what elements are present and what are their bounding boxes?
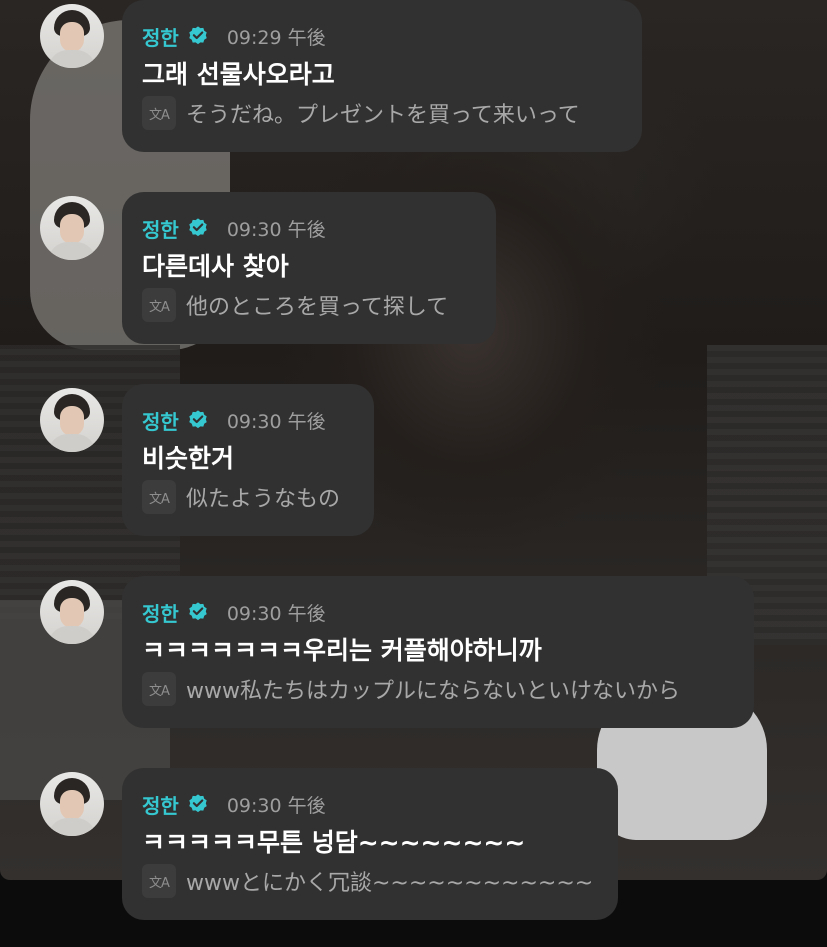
- translation-text: 似たようなもの: [186, 487, 341, 512]
- sender-name[interactable]: 정한: [142, 214, 179, 243]
- translation-text: 他のところを買って探して: [186, 295, 449, 320]
- translation-row: 文A そうだね。プレゼントを買って来いって: [142, 95, 620, 131]
- message-bubble[interactable]: 정한 09:30 午後 비슷한거 文A 似たようなもの: [122, 384, 374, 536]
- translation-text: wwwとにかく冗談~~~~~~~~~~~~: [186, 871, 594, 896]
- avatar[interactable]: [40, 196, 104, 260]
- avatar[interactable]: [40, 4, 104, 68]
- message-header: 정한 09:30 午後: [142, 594, 732, 630]
- message-text: ㅋㅋㅋㅋㅋㅋㅋ우리는 커플해야하니까: [142, 636, 542, 665]
- translate-icon[interactable]: 文A: [142, 288, 176, 322]
- message-text: ㅋㅋㅋㅋㅋ무튼 넝담~~~~~~~~: [142, 828, 526, 857]
- translation-row: 文A www私たちはカップルにならないといけないから: [142, 671, 732, 707]
- message-text: 비슷한거: [142, 444, 235, 473]
- translation-row: 文A wwwとにかく冗談~~~~~~~~~~~~: [142, 863, 596, 899]
- translate-icon[interactable]: 文A: [142, 864, 176, 898]
- sender-name[interactable]: 정한: [142, 406, 179, 435]
- message-header: 정한 09:29 午後: [142, 18, 620, 54]
- message-bubble[interactable]: 정한 09:30 午後 ㅋㅋㅋㅋㅋ무튼 넝담~~~~~~~~ 文A wwwとにか…: [122, 768, 618, 920]
- translate-icon[interactable]: 文A: [142, 672, 176, 706]
- message-time: 09:29 午後: [226, 26, 326, 49]
- translation-text: www私たちはカップルにならないといけないから: [186, 679, 680, 704]
- message-header: 정한 09:30 午後: [142, 402, 352, 438]
- message-time: 09:30 午後: [226, 410, 326, 433]
- message-bubble[interactable]: 정한 09:30 午後 ㅋㅋㅋㅋㅋㅋㅋ우리는 커플해야하니까 文A www私たち…: [122, 576, 754, 728]
- message-bubble[interactable]: 정한 09:30 午後 다른데사 찾아 文A 他のところを買って探して: [122, 192, 496, 344]
- translate-icon[interactable]: 文A: [142, 480, 176, 514]
- message-text: 다른데사 찾아: [142, 252, 289, 281]
- translation-row: 文A 他のところを買って探して: [142, 287, 474, 323]
- avatar[interactable]: [40, 580, 104, 644]
- translation-text: そうだね。プレゼントを買って来いって: [186, 103, 580, 128]
- message-time: 09:30 午後: [226, 218, 326, 241]
- avatar[interactable]: [40, 388, 104, 452]
- message-header: 정한 09:30 午後: [142, 786, 596, 822]
- verified-check-icon: [189, 26, 207, 45]
- message-bubble[interactable]: 정한 09:29 午後 그래 선물사오라고 文A そうだね。プレゼントを買って来…: [122, 0, 642, 152]
- translate-icon[interactable]: 文A: [142, 96, 176, 130]
- message-header: 정한 09:30 午後: [142, 210, 474, 246]
- verified-check-icon: [189, 794, 207, 813]
- sender-name[interactable]: 정한: [142, 790, 179, 819]
- verified-check-icon: [189, 410, 207, 429]
- avatar[interactable]: [40, 772, 104, 836]
- message-time: 09:30 午後: [226, 602, 326, 625]
- sender-name[interactable]: 정한: [142, 598, 179, 627]
- message-time: 09:30 午後: [226, 794, 326, 817]
- translation-row: 文A 似たようなもの: [142, 479, 352, 515]
- message-text: 그래 선물사오라고: [142, 60, 335, 89]
- verified-check-icon: [189, 218, 207, 237]
- sender-name[interactable]: 정한: [142, 22, 179, 51]
- verified-check-icon: [189, 602, 207, 621]
